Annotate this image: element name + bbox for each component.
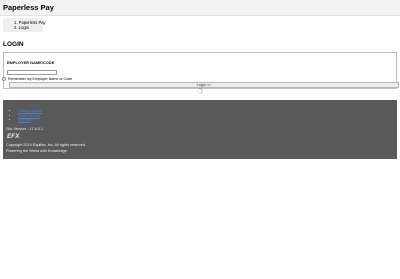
footer-links: Privacy Notice Terms of Use Support — [3, 109, 42, 123]
employer-name-input[interactable] — [7, 70, 57, 75]
privacy-notice-link[interactable]: Privacy Notice — [18, 109, 42, 113]
app-title: Paperless Pay — [3, 3, 54, 12]
login-button[interactable]: Login >> — [9, 82, 399, 88]
terms-of-use-link[interactable]: Terms of Use — [18, 114, 40, 118]
support-link[interactable]: Support — [18, 118, 31, 122]
breadcrumb-item-login: 2. Login — [14, 25, 29, 30]
site-version: Site Version : 17.6.5.1 — [6, 127, 44, 131]
app-header: Paperless Pay — [0, 0, 400, 16]
footer-link-item: Support — [18, 118, 42, 123]
page-title: LOGIN — [3, 41, 24, 48]
footer-tagline: Powering the World with Knowledge — [6, 149, 67, 153]
employer-name-label: EMPLOYER NAME/CODE — [7, 61, 55, 65]
page-footer: Privacy Notice Terms of Use Support Site… — [3, 100, 397, 159]
remember-employer-checkbox[interactable] — [2, 77, 6, 81]
login-form-panel: EMPLOYER NAME/CODE Remember my Employer … — [2, 52, 399, 89]
copyright-text: Copyright 2019 Equifax, Inc. All rights … — [6, 143, 86, 147]
efx-logo: EFX — [7, 134, 20, 140]
remember-employer-label[interactable]: Remember my Employer Name or Code — [8, 77, 72, 82]
breadcrumb: 1. Paperless Pay 2. Login — [3, 18, 46, 32]
spinner-icon — [197, 88, 203, 94]
